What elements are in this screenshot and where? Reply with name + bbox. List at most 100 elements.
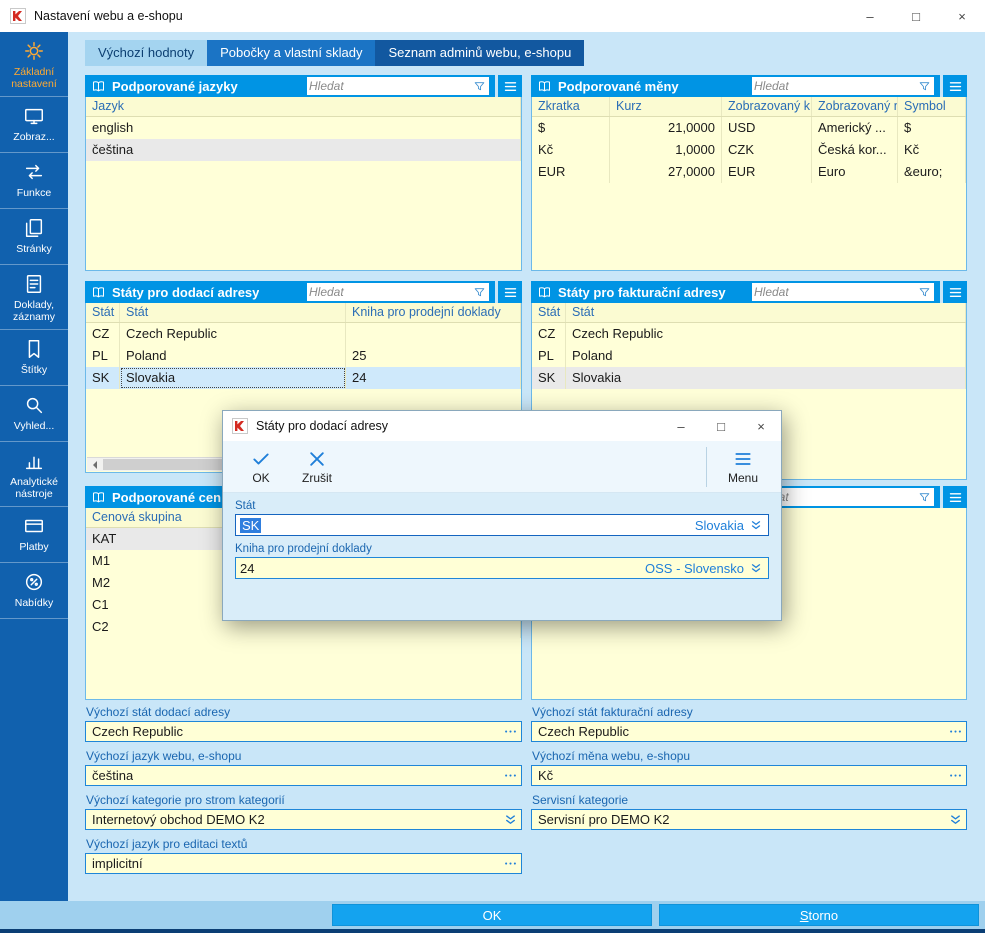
table-row-selected[interactable]: SK Slovakia [532,367,966,389]
search-input[interactable] [754,284,918,300]
cell: Kč [532,139,610,161]
selected-text: SK [240,518,261,533]
sales-book-input[interactable]: 24 OSS - Slovensko [235,557,769,579]
table-row-selected[interactable]: SK Slovakia 24 [86,367,521,389]
maximize-button[interactable]: □ [893,0,939,32]
ellipsis-button[interactable] [948,768,963,783]
tab-default-values[interactable]: Výchozí hodnoty [85,40,207,66]
web-language-field[interactable]: čeština [85,765,522,786]
dropdown-icon[interactable] [503,812,518,827]
column-header[interactable]: Stát [566,303,966,322]
table-row[interactable]: $ 21,0000 USD Americký ... $ [532,117,966,139]
cell: CZ [532,323,566,345]
sidebar-item-platby[interactable]: Platby [0,507,68,563]
cell: Czech Republic [566,323,966,345]
cell: SK [86,367,120,389]
search-input[interactable] [754,78,918,94]
sidebar-item-vyhledavani[interactable]: Vyhled... [0,386,68,442]
dialog-maximize-button[interactable]: □ [701,411,741,441]
column-header[interactable]: Zobrazovaný n [812,97,898,116]
column-header[interactable]: Stát [120,303,346,322]
billing-state-field[interactable]: Czech Republic [531,721,967,742]
field-label: Výchozí kategorie pro strom kategorií [86,793,522,807]
cell: EUR [532,161,610,183]
state-input[interactable]: SK Slovakia [235,514,769,536]
column-header[interactable]: Symbol [898,97,966,116]
search-input[interactable] [309,78,473,94]
functions-icon [23,161,45,183]
sidebar-item-stranky[interactable]: Stránky [0,209,68,265]
filter-icon[interactable] [918,80,931,93]
minimize-button[interactable]: – [847,0,893,32]
book-value: 24 [240,561,254,576]
dropdown-icon[interactable] [948,812,963,827]
dialog-close-button[interactable]: × [741,411,781,441]
table-row-selected[interactable]: čeština [86,139,521,161]
dialog-menu-button[interactable]: Menu [715,449,771,485]
table-row[interactable]: PL Poland 25 [86,345,521,367]
shipping-state-field[interactable]: Czech Republic [85,721,522,742]
sidebar-item-doklady-zaznamy[interactable]: Doklady, záznamy [0,265,68,330]
filter-icon[interactable] [918,491,931,504]
ellipsis-button[interactable] [503,856,518,871]
table-header: Zkratka Kurz Zobrazovaný k Zobrazovaný n… [532,97,966,117]
column-header[interactable]: Kurz [610,97,722,116]
ellipsis-button[interactable] [503,724,518,739]
panel-menu-button[interactable] [943,486,967,508]
sidebar-item-zakladni-nastaveni[interactable]: Základní nastavení [0,32,68,97]
panel-header: Podporované jazyky [85,75,495,97]
column-header[interactable]: Zkratka [532,97,610,116]
sidebar-item-analyticke-nastroje[interactable]: Analytické nástroje [0,442,68,507]
column-header[interactable]: Kniha pro prodejní doklady [346,303,521,322]
sidebar-item-funkce[interactable]: Funkce [0,153,68,209]
sidebar: Základní nastavení Zobraz... Funkce Strá… [0,32,68,901]
panel-menu-button[interactable] [943,281,967,303]
sidebar-item-zobrazeni[interactable]: Zobraz... [0,97,68,153]
table-row[interactable]: EUR 27,0000 EUR Euro &euro; [532,161,966,183]
dialog-ok-button[interactable]: OK [233,449,289,485]
storno-button[interactable]: Storno [659,904,979,926]
web-currency-field[interactable]: Kč [531,765,967,786]
table-row[interactable]: Kč 1,0000 CZK Česká kor... Kč [532,139,966,161]
filter-icon[interactable] [918,286,931,299]
table-row[interactable]: CZ Czech Republic [532,323,966,345]
filter-icon[interactable] [473,80,486,93]
close-button[interactable]: × [939,0,985,32]
ellipsis-button[interactable] [503,768,518,783]
cell [346,323,521,345]
table-row[interactable]: english [86,117,521,139]
filter-icon[interactable] [473,286,486,299]
scroll-left-arrow[interactable] [87,458,102,471]
search-icon [23,394,45,416]
dialog-cancel-button[interactable]: Zrušit [289,449,345,485]
chart-icon [23,450,45,472]
service-category-field[interactable]: Servisní pro DEMO K2 [531,809,967,830]
table-row[interactable]: CZ Czech Republic [86,323,521,345]
sidebar-item-stitky[interactable]: Štítky [0,330,68,386]
edit-language-field[interactable]: implicitní [85,853,522,874]
field-label: Výchozí měna webu, e-shopu [532,749,967,763]
dialog-minimize-button[interactable]: – [661,411,701,441]
tab-web-admins[interactable]: Seznam adminů webu, e-shopu [375,40,584,66]
category-tree-field[interactable]: Internetový obchod DEMO K2 [85,809,522,830]
panel-menu-button[interactable] [498,75,522,97]
dropdown-icon[interactable] [749,561,763,575]
search-input[interactable] [309,284,473,300]
sidebar-item-nabidky[interactable]: Nabídky [0,563,68,619]
column-header[interactable]: Stát [532,303,566,322]
panel-menu-button[interactable] [943,75,967,97]
tab-branches-warehouses[interactable]: Pobočky a vlastní sklady [207,40,375,66]
table-row[interactable]: PL Poland [532,345,966,367]
dialog-titlebar: Státy pro dodací adresy – □ × [223,411,781,441]
field-label: Servisní kategorie [532,793,967,807]
window-title: Nastavení webu a e-shopu [34,9,183,23]
dropdown-icon[interactable] [749,518,763,532]
panel-menu-button[interactable] [498,281,522,303]
column-header[interactable]: Zobrazovaný k [722,97,812,116]
column-header[interactable]: Jazyk [86,97,521,116]
ellipsis-button[interactable] [948,724,963,739]
book-icon [537,285,552,300]
cell: english [86,117,521,139]
column-header[interactable]: Stát [86,303,120,322]
ok-button[interactable]: OK [332,904,652,926]
